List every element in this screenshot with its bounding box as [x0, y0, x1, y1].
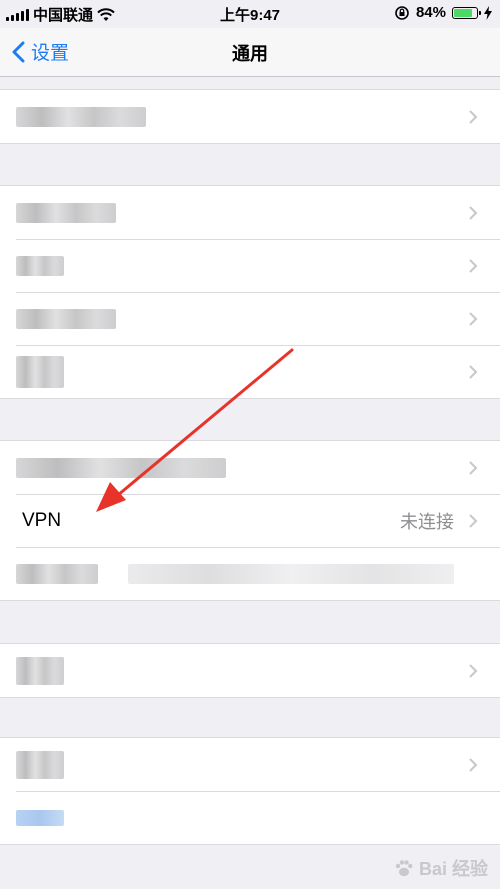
list-item[interactable]	[0, 239, 500, 292]
battery-icon	[452, 6, 481, 19]
list-item[interactable]	[0, 441, 500, 494]
status-bar: 中国联通 上午9:47 84%	[0, 0, 500, 28]
obscured-label	[16, 355, 64, 388]
list-item[interactable]	[0, 791, 500, 844]
list-item[interactable]	[0, 345, 500, 398]
battery-percent: 84%	[415, 4, 446, 21]
obscured-label	[16, 308, 116, 329]
list-item[interactable]	[0, 644, 500, 697]
settings-group-5	[0, 737, 500, 845]
obscured-label	[16, 255, 64, 276]
obscured-description	[128, 563, 454, 584]
chevron-right-icon	[469, 757, 478, 772]
settings-group-4	[0, 643, 500, 698]
page-title: 通用	[232, 44, 268, 64]
watermark-text: Bai 经验	[418, 859, 488, 879]
settings-group-3: VPN 未连接	[0, 440, 500, 601]
list-item[interactable]	[0, 547, 500, 600]
status-right: 84%	[394, 4, 492, 21]
chevron-right-icon	[469, 258, 478, 273]
obscured-label	[16, 457, 226, 478]
list-item[interactable]	[0, 738, 500, 791]
chevron-right-icon	[469, 311, 478, 326]
vpn-label: VPN	[22, 509, 62, 531]
obscured-label	[16, 656, 64, 685]
battery-level	[454, 8, 473, 17]
charging-bolt-icon	[484, 5, 492, 20]
chevron-right-icon	[469, 364, 478, 379]
chevron-right-icon	[469, 663, 478, 678]
chevron-right-icon	[469, 109, 478, 124]
chevron-right-icon	[469, 513, 478, 528]
navigation-bar: 设置 通用	[0, 28, 500, 77]
vpn-status: 未连接	[400, 511, 454, 532]
obscured-label	[16, 202, 116, 223]
obscured-label	[16, 563, 98, 584]
list-item[interactable]	[0, 90, 500, 143]
obscured-label	[16, 750, 64, 779]
watermark: Bai 经验	[393, 855, 488, 881]
chevron-right-icon	[469, 460, 478, 475]
obscured-label	[16, 106, 146, 127]
settings-group-2	[0, 185, 500, 399]
settings-group-1	[0, 89, 500, 144]
list-item[interactable]	[0, 186, 500, 239]
obscured-label	[16, 809, 64, 826]
paw-logo-icon	[395, 860, 413, 877]
orientation-lock-icon	[395, 5, 409, 20]
chevron-right-icon	[469, 205, 478, 220]
vpn-row[interactable]: VPN 未连接	[0, 494, 500, 547]
list-item[interactable]	[0, 292, 500, 345]
